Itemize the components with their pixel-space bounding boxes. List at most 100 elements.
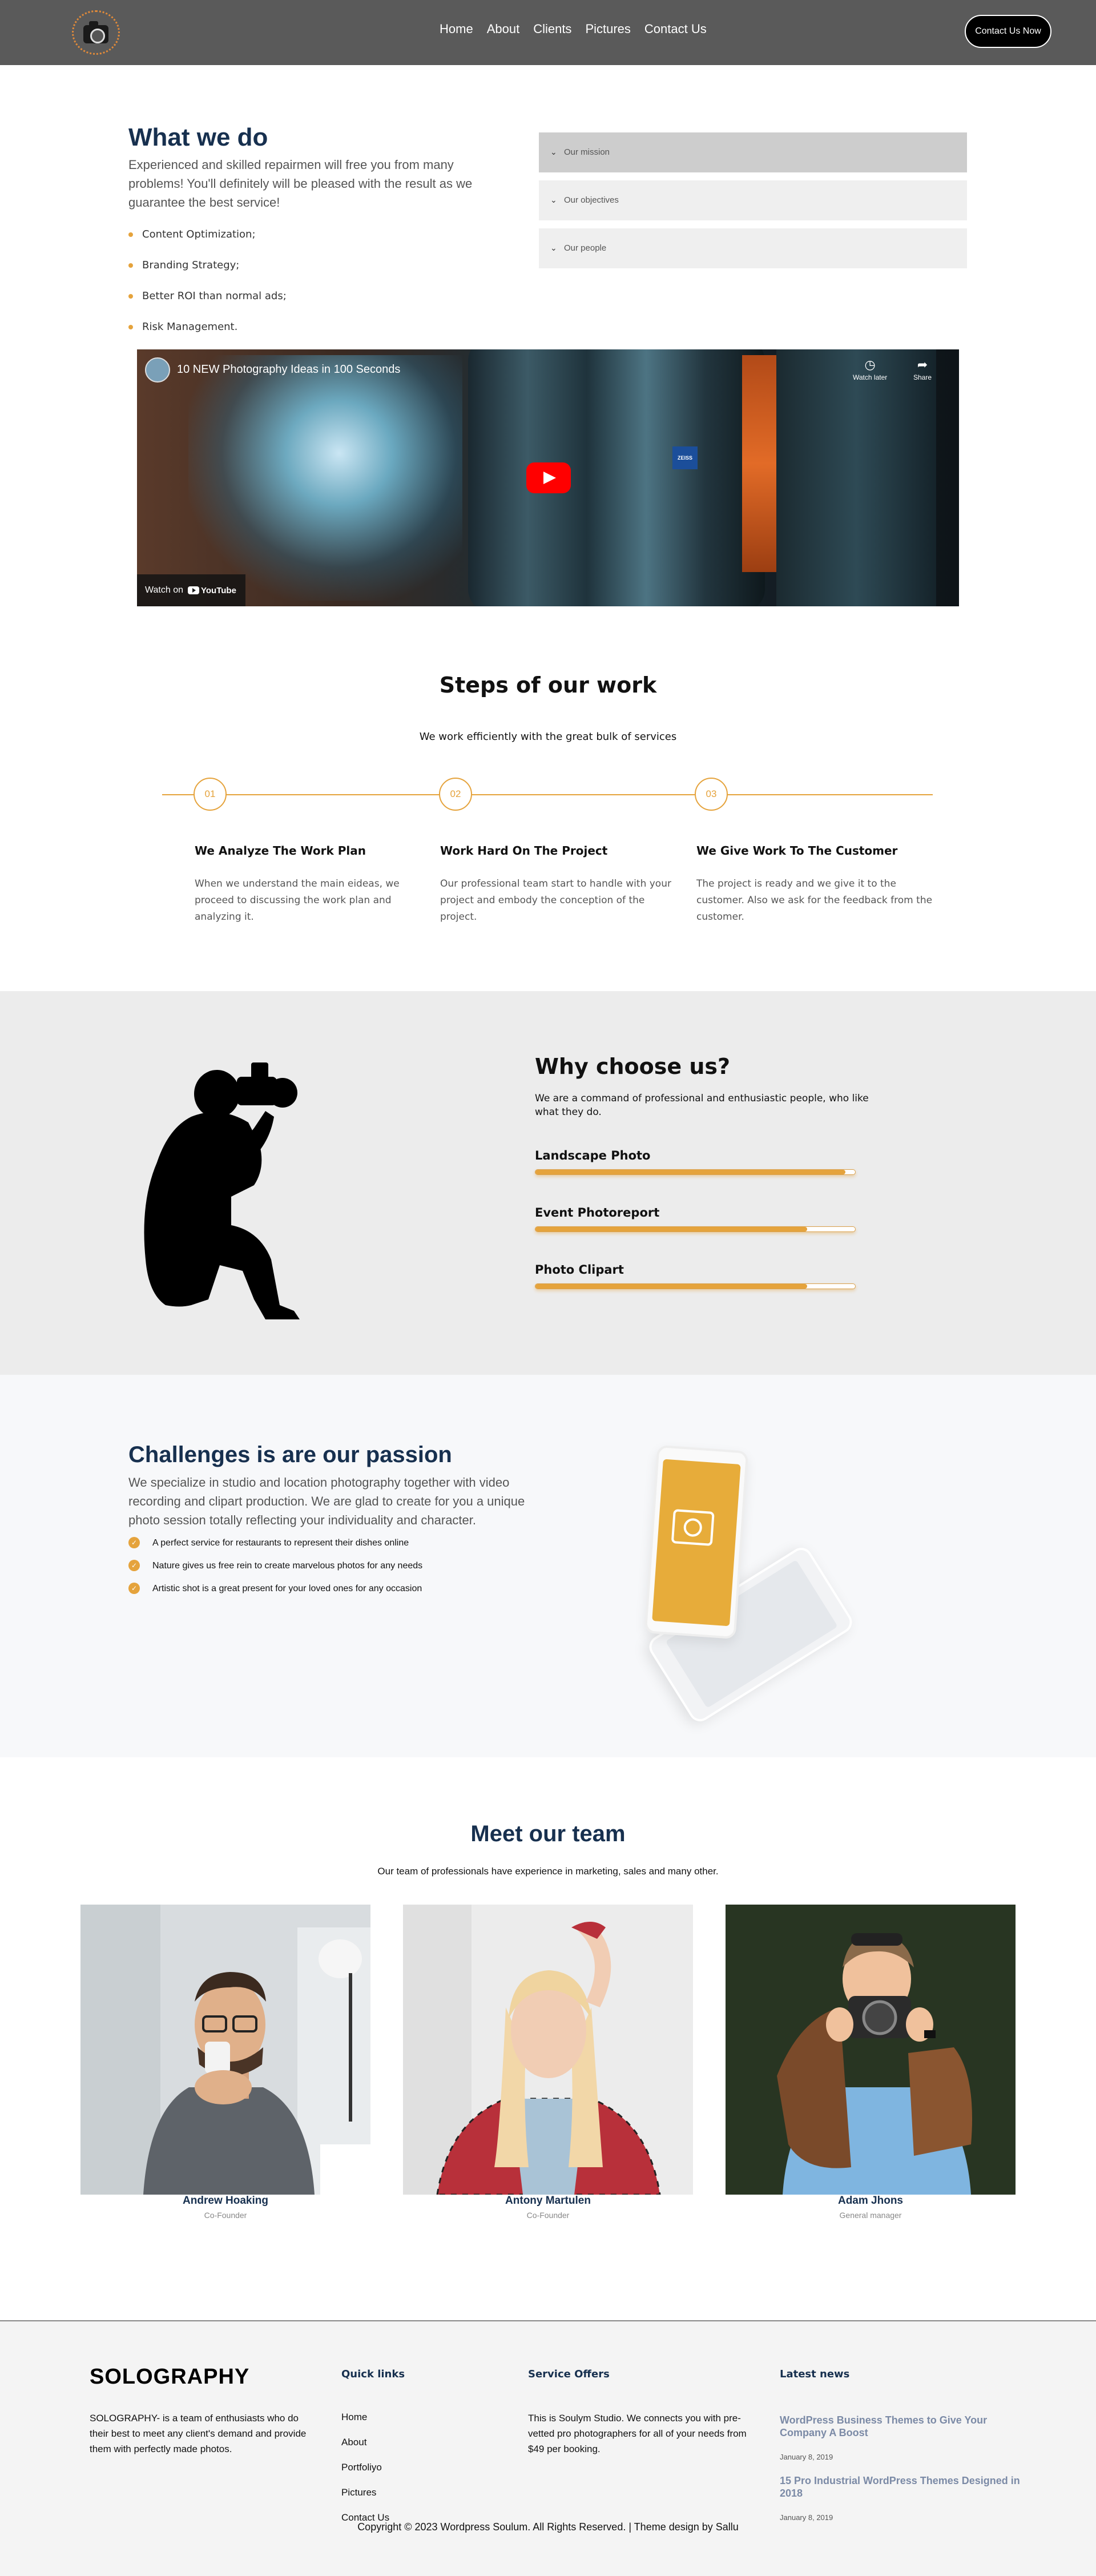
step-number: 01 (194, 778, 227, 811)
challenges-title: Challenges is are our passion (128, 1442, 452, 1467)
footer-brand[interactable]: SOLOGRAPHY (90, 2365, 249, 2389)
site-footer: SOLOGRAPHY SOLOGRAPHY- is a team of enth… (0, 2320, 1096, 2576)
step-title: We Analyze The Work Plan (195, 844, 366, 858)
footer-link-home[interactable]: Home (341, 2412, 367, 2423)
list-item: Content Optimization; (128, 228, 287, 259)
news-link[interactable]: 15 Pro Industrial WordPress Themes Desig… (780, 2474, 1031, 2499)
team-member-role: Co-Founder (526, 2211, 570, 2220)
skill-bar (535, 1169, 856, 1175)
water-splash-image (188, 355, 462, 601)
list-item: Branding Strategy; (128, 259, 287, 290)
challenges-desc: We specialize in studio and location pho… (128, 1475, 525, 1527)
youtube-video-embed[interactable]: ZEISS 10 NEW Photography Ideas in 100 Se… (137, 349, 959, 606)
skill-bar-fill (535, 1227, 807, 1231)
camera-logo-icon[interactable] (67, 8, 124, 57)
nav-pictures[interactable]: Pictures (585, 22, 630, 37)
share-icon: ➦ (917, 357, 928, 372)
video-title[interactable]: 10 NEW Photography Ideas in 100 Seconds (177, 363, 400, 376)
nav-about[interactable]: About (487, 22, 520, 37)
watch-on-youtube-button[interactable]: Watch on YouTube (137, 574, 245, 606)
team-member-photo (726, 1905, 1016, 2195)
why-choose-section: Why choose us? We are a command of profe… (0, 991, 1096, 1375)
step-title: Work Hard On The Project (440, 844, 608, 858)
news-link[interactable]: WordPress Business Themes to Give Your C… (780, 2414, 1031, 2439)
clock-icon: ◷ (864, 357, 876, 372)
site-header: Home About Clients Pictures Contact Us C… (0, 0, 1096, 65)
team-member-photo (80, 1905, 370, 2195)
list-item: ✓ Artistic shot is a great present for yo… (128, 1583, 422, 1607)
skill-bar-fill (535, 1170, 846, 1174)
why-desc: We are a command of professional and ent… (535, 1093, 869, 1118)
play-icon[interactable] (526, 462, 571, 493)
footer-heading-news: Latest news (780, 2368, 850, 2380)
lens-ring (742, 355, 776, 572)
share-button[interactable]: ➦ Share (913, 357, 932, 381)
team-member-name: Antony Martulen (505, 2195, 591, 2207)
list-item: Risk Management. (128, 321, 287, 352)
skill-label: Event Photoreport (535, 1206, 660, 1219)
list-item: ✓ Nature gives us free rein to create mar… (128, 1560, 422, 1584)
bullet-icon (128, 294, 133, 299)
team-member-role: General manager (839, 2211, 902, 2220)
team-subtitle: Our team of professionals have experienc… (377, 1866, 719, 1877)
news-date: January 8, 2019 (780, 2513, 833, 2522)
nav-contact[interactable]: Contact Us (644, 22, 707, 37)
accordion-our-objectives[interactable]: ⌄ Our objectives (539, 180, 967, 220)
check-icon: ✓ (128, 1583, 140, 1594)
chevron-down-icon: ⌄ (550, 243, 557, 252)
step-title: We Give Work To The Customer (696, 844, 898, 858)
nav-clients[interactable]: Clients (533, 22, 571, 37)
chevron-down-icon: ⌄ (550, 147, 557, 156)
team-member-name: Adam Jhons (837, 2195, 904, 2207)
team-member-name: Andrew Hoaking (183, 2195, 268, 2207)
watch-later-button[interactable]: ◷ Watch later (853, 357, 887, 381)
list-item: ✓ A perfect service for restaurants to re… (128, 1537, 422, 1561)
team-member-photo (403, 1905, 693, 2195)
footer-link-about[interactable]: About (341, 2437, 366, 2448)
skill-label: Landscape Photo (535, 1149, 651, 1162)
footer-heading-service: Service Offers (528, 2368, 610, 2380)
bullet-icon (128, 232, 133, 237)
list-item: Better ROI than normal ads; (128, 290, 287, 321)
footer-heading-quick-links: Quick links (341, 2368, 405, 2380)
channel-avatar[interactable] (145, 357, 170, 383)
footer-service-text: This is Soulym Studio. We connects you w… (528, 2413, 747, 2454)
footer-about: SOLOGRAPHY- is a team of enthusiasts who… (90, 2413, 307, 2454)
skill-bar (535, 1283, 856, 1289)
footer-link-portfolio[interactable]: Portfoliyo (341, 2462, 382, 2473)
step-number: 03 (695, 778, 728, 811)
footer-link-pictures[interactable]: Pictures (341, 2487, 376, 2498)
accordion-our-people[interactable]: ⌄ Our people (539, 228, 967, 268)
skill-bar-fill (535, 1284, 807, 1289)
step-text: The project is ready and we give it to t… (696, 878, 933, 923)
step-text: Our professional team start to handle wi… (440, 878, 671, 923)
check-icon: ✓ (128, 1537, 140, 1548)
challenges-list: ✓ A perfect service for restaurants to re… (128, 1537, 422, 1607)
why-title: Why choose us? (535, 1054, 731, 1079)
nav-home[interactable]: Home (440, 22, 473, 37)
camera-icon (671, 1509, 715, 1546)
camera-lens-image (468, 349, 765, 606)
bullet-icon (128, 325, 133, 329)
contact-us-now-button[interactable]: Contact Us Now (965, 15, 1051, 48)
what-we-do-desc: Experienced and skilled repairmen will f… (128, 158, 473, 210)
camera-body (776, 349, 936, 606)
steps-title: Steps of our work (439, 673, 657, 698)
what-we-do-title: What we do (128, 123, 268, 151)
step-number: 02 (439, 778, 472, 811)
skill-label: Photo Clipart (535, 1263, 624, 1277)
chevron-down-icon: ⌄ (550, 195, 557, 204)
accordion-our-mission[interactable]: ⌄ Our mission (539, 132, 967, 172)
phone-mockup-image (644, 1444, 749, 1640)
what-we-do-list: Content Optimization; Branding Strategy;… (128, 228, 287, 352)
step-text: When we understand the main eideas, we p… (195, 878, 400, 923)
photographer-silhouette-image (144, 1062, 300, 1319)
challenges-section: Challenges is are our passion We special… (0, 1375, 1096, 1757)
skill-bar (535, 1226, 856, 1232)
steps-timeline (162, 794, 933, 795)
zeiss-badge: ZEISS (672, 446, 698, 469)
copyright-text: Copyright © 2023 Wordpress Soulum. All R… (357, 2521, 739, 2533)
youtube-logo-icon: YouTube (188, 586, 236, 595)
team-title: Meet our team (470, 1821, 626, 1846)
steps-subtitle: We work efficiently with the great bulk … (419, 731, 677, 743)
